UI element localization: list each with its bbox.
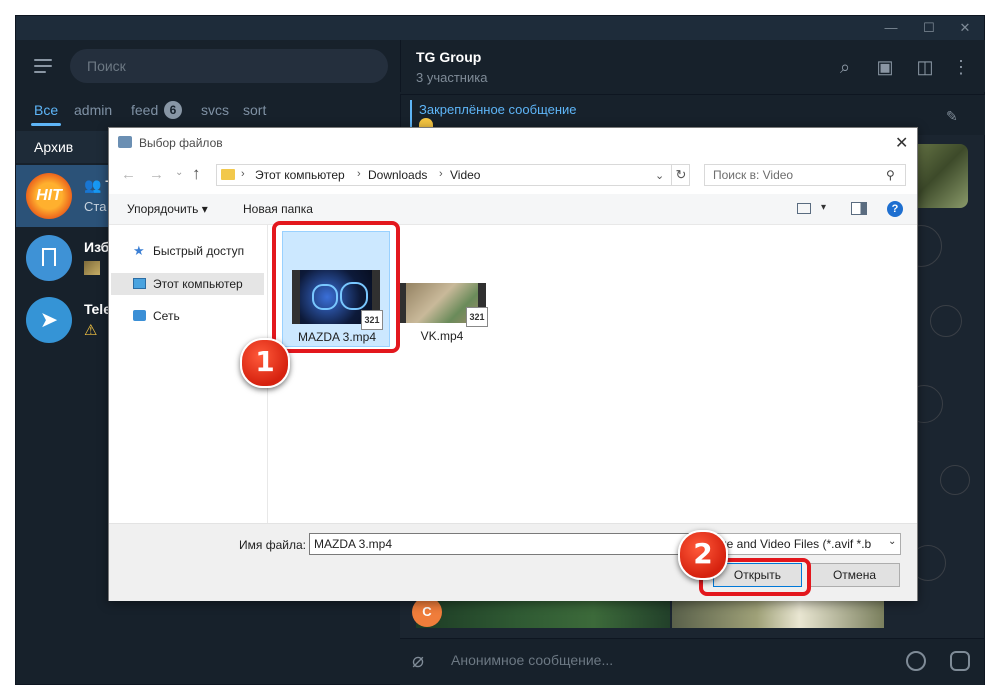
bookmark-icon xyxy=(26,235,72,281)
breadcrumb-item[interactable]: Downloads xyxy=(368,168,427,182)
unread-badge: 6 xyxy=(164,101,182,119)
sidebar-toggle-icon[interactable]: ◫ xyxy=(914,56,936,78)
voice-chat-icon[interactable]: ▣ xyxy=(874,56,896,78)
nav-quick-access[interactable]: ★ Быстрый доступ xyxy=(133,241,244,261)
organize-button[interactable]: Упорядочить ▾ xyxy=(127,202,208,216)
search-input[interactable]: Поиск xyxy=(70,49,388,83)
media-player-icon: 321 xyxy=(466,307,488,327)
chat-title[interactable]: TG Group xyxy=(416,49,481,65)
back-arrow-icon[interactable]: ← xyxy=(121,166,136,183)
star-icon: ★ xyxy=(133,243,145,258)
telegram-logo-icon: ➤ xyxy=(26,297,72,343)
chevron-right-icon: › xyxy=(357,168,361,180)
file-item[interactable]: 321 VK.mp4 xyxy=(388,231,496,347)
network-icon xyxy=(133,310,146,321)
tab-admin[interactable]: admin xyxy=(74,102,112,118)
step-1-marker: 1 xyxy=(240,338,290,388)
file-name: VK.mp4 xyxy=(420,329,464,343)
close-icon[interactable]: ✕ xyxy=(948,16,982,40)
pinned-title: Закреплённое сообщение xyxy=(419,102,577,117)
close-icon[interactable]: ✕ xyxy=(895,133,908,153)
photo-thumbnail xyxy=(84,261,100,275)
active-tab-indicator xyxy=(31,123,61,126)
chevron-down-icon[interactable]: ▾ xyxy=(821,202,826,213)
warning-icon: ⚠ xyxy=(84,322,98,339)
nav-this-pc[interactable]: Этот компьютер xyxy=(133,274,243,294)
unpin-icon[interactable]: ✎ xyxy=(946,108,958,125)
attach-icon[interactable]: ⌀ xyxy=(412,648,424,673)
more-menu-icon[interactable]: ⋮ xyxy=(950,56,972,78)
archive-label: Архив xyxy=(34,139,74,155)
chevron-right-icon: › xyxy=(241,168,245,180)
search-icon[interactable]: ⌕ xyxy=(834,56,856,78)
photo-message[interactable] xyxy=(672,600,884,628)
view-mode-icon[interactable] xyxy=(797,203,811,214)
up-arrow-icon[interactable]: ↑ xyxy=(192,164,201,184)
photo-message[interactable] xyxy=(416,600,670,628)
chat-name: Изб xyxy=(84,239,110,255)
camera-icon[interactable] xyxy=(950,651,970,671)
search-input[interactable]: Поиск в: Video xyxy=(704,164,906,186)
hamburger-menu-icon[interactable] xyxy=(34,59,56,77)
computer-icon xyxy=(133,278,146,289)
breadcrumb-item[interactable]: Video xyxy=(450,168,480,182)
preview-pane-icon[interactable] xyxy=(851,202,867,215)
folder-icon xyxy=(221,169,235,180)
pinned-accent xyxy=(410,100,412,130)
title-bar xyxy=(16,16,984,40)
app-icon xyxy=(118,136,132,148)
dialog-toolbar xyxy=(109,194,917,225)
chevron-down-icon[interactable]: ⌄ xyxy=(888,536,896,547)
chevron-right-icon: › xyxy=(439,168,443,180)
dialog-title: Выбор файлов xyxy=(139,136,223,150)
help-icon[interactable]: ? xyxy=(887,201,903,217)
tab-all[interactable]: Все xyxy=(34,102,58,118)
minimize-icon[interactable]: — xyxy=(874,16,908,40)
filename-label: Имя файла: xyxy=(239,538,306,552)
forward-arrow-icon[interactable]: → xyxy=(149,166,164,183)
chat-members-count: 3 участника xyxy=(416,70,488,85)
file-open-dialog: Выбор файлов ✕ ← → ⌄ ↑ › Этот компьютер … xyxy=(108,127,918,601)
highlight-box-file xyxy=(272,221,400,353)
breadcrumb-item[interactable]: Этот компьютер xyxy=(255,168,345,182)
search-icon: ⚲ xyxy=(886,168,895,182)
tab-feed[interactable]: feed xyxy=(131,102,158,118)
step-2-marker: 2 xyxy=(678,530,728,580)
message-input[interactable]: Анонимное сообщение... xyxy=(451,652,613,668)
filename-input[interactable]: MAZDA 3.mp4 xyxy=(309,533,689,555)
emoji-icon[interactable] xyxy=(906,651,926,671)
new-folder-button[interactable]: Новая папка xyxy=(243,202,313,216)
chevron-down-icon[interactable]: ⌄ xyxy=(655,169,664,182)
chat-name: Tele xyxy=(84,301,111,317)
avatar: HIT xyxy=(26,173,72,219)
chat-header xyxy=(400,40,985,92)
cancel-button[interactable]: Отмена xyxy=(809,563,900,587)
tab-svcs[interactable]: svcs xyxy=(201,102,229,118)
refresh-icon[interactable]: ↻ xyxy=(671,165,690,185)
nav-network[interactable]: Сеть xyxy=(133,306,180,326)
tab-sort[interactable]: sort xyxy=(243,102,266,118)
chat-preview: Ста xyxy=(84,199,107,214)
dialog-title-bar xyxy=(109,128,917,158)
chevron-down-icon[interactable]: ⌄ xyxy=(175,167,183,178)
maximize-icon[interactable]: ☐ xyxy=(912,16,946,40)
avatar[interactable]: C xyxy=(412,597,442,627)
